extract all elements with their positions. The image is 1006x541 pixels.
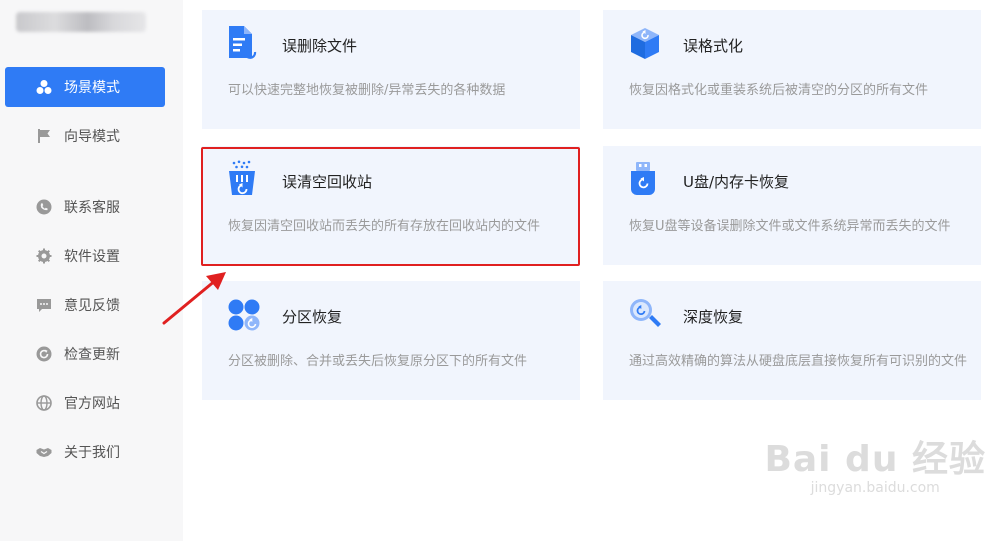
card-deep-recovery[interactable]: 深度恢复 通过高效精确的算法从硬盘底层直接恢复所有可识别的文件 xyxy=(603,281,981,400)
watermark-sub: jingyan.baidu.com xyxy=(810,480,940,496)
refresh-icon xyxy=(36,346,52,362)
sidebar-item-label: 官方网站 xyxy=(64,396,120,412)
sidebar-item-settings[interactable]: 软件设置 xyxy=(5,236,165,276)
card-formatted[interactable]: 误格式化 恢复因格式化或重装系统后被清空的分区的所有文件 xyxy=(603,10,981,129)
card-title: U盘/内存卡恢复 xyxy=(683,173,790,191)
card-deleted-files[interactable]: 误删除文件 可以快速完整地恢复被删除/异常丢失的各种数据 xyxy=(202,10,580,129)
card-emptied-recycle-bin[interactable]: 误清空回收站 恢复因清空回收站而丢失的所有存放在回收站内的文件 xyxy=(202,146,580,265)
chat-icon xyxy=(36,297,52,313)
card-description: 可以快速完整地恢复被删除/异常丢失的各种数据 xyxy=(228,83,506,98)
card-title: 误清空回收站 xyxy=(282,173,373,191)
sidebar-item-label: 向导模式 xyxy=(64,129,120,145)
sidebar-item-label: 意见反馈 xyxy=(64,298,120,314)
sidebar-item-guide-mode[interactable]: 向导模式 xyxy=(5,116,165,156)
sidebar-item-label: 场景模式 xyxy=(64,80,120,96)
sidebar-item-label: 检查更新 xyxy=(64,347,120,363)
app-logo xyxy=(16,12,146,32)
sidebar-item-label: 关于我们 xyxy=(64,445,120,461)
phone-icon xyxy=(36,199,52,215)
sidebar-item-check-update[interactable]: 检查更新 xyxy=(5,334,165,374)
card-title: 深度恢复 xyxy=(683,308,744,326)
scene-icon xyxy=(36,79,52,95)
card-usb-memory-card[interactable]: U盘/内存卡恢复 恢复U盘等设备误删除文件或文件系统异常而丢失的文件 xyxy=(603,146,981,265)
recycle-bin-icon xyxy=(226,160,262,198)
handshake-icon xyxy=(36,444,52,460)
flag-icon xyxy=(36,128,52,144)
sidebar-item-about-us[interactable]: 关于我们 xyxy=(5,432,165,472)
usb-drive-icon xyxy=(627,160,663,198)
sidebar-item-scene-mode[interactable]: 场景模式 xyxy=(5,67,165,107)
gear-icon xyxy=(36,248,52,264)
card-title: 误格式化 xyxy=(683,37,744,55)
sidebar-item-label: 软件设置 xyxy=(64,249,120,265)
annotation-arrow xyxy=(162,272,226,325)
sidebar-item-label: 联系客服 xyxy=(64,200,120,216)
sidebar-item-contact-support[interactable]: 联系客服 xyxy=(5,187,165,227)
card-description: 恢复U盘等设备误删除文件或文件系统异常而丢失的文件 xyxy=(629,219,951,234)
sidebar-item-feedback[interactable]: 意见反馈 xyxy=(5,285,165,325)
watermark-main: Bai du 经验 xyxy=(764,439,986,480)
globe-icon xyxy=(36,395,52,411)
baidu-watermark: Bai du 经验 jingyan.baidu.com xyxy=(764,430,986,496)
card-description: 恢复因格式化或重装系统后被清空的分区的所有文件 xyxy=(629,83,929,98)
card-partition-recovery[interactable]: 分区恢复 分区被删除、合并或丢失后恢复原分区下的所有文件 xyxy=(202,281,580,400)
deep-search-icon xyxy=(627,295,663,333)
card-description: 通过高效精确的算法从硬盘底层直接恢复所有可识别的文件 xyxy=(629,354,968,369)
sidebar-item-official-site[interactable]: 官方网站 xyxy=(5,383,165,423)
file-restore-icon xyxy=(226,24,262,62)
card-title: 分区恢复 xyxy=(282,308,343,326)
cube-restore-icon xyxy=(627,24,663,62)
card-description: 恢复因清空回收站而丢失的所有存放在回收站内的文件 xyxy=(228,219,541,234)
card-title: 误删除文件 xyxy=(282,37,358,55)
card-description: 分区被删除、合并或丢失后恢复原分区下的所有文件 xyxy=(228,354,528,369)
